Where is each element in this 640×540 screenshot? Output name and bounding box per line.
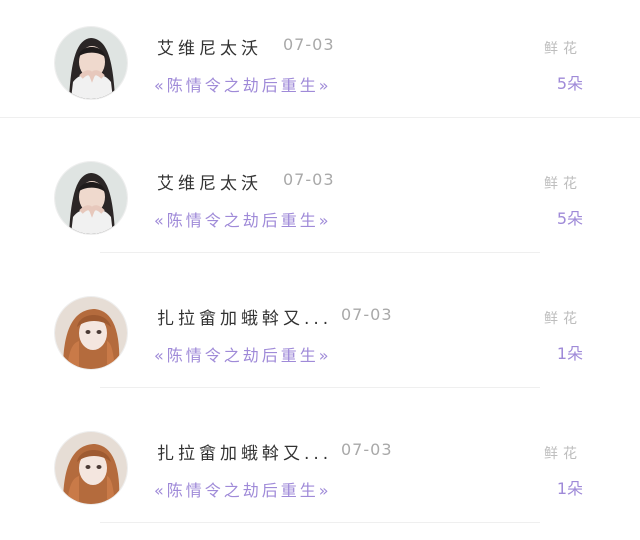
user-name[interactable]: 扎拉畲加蛾斡又... [157,439,332,464]
book-title[interactable]: «陈情令之劫后重生» [154,207,332,231]
avatar-girl-dark-hair-image [55,27,127,99]
gift-type-label: 鲜花 [544,446,582,462]
gift-count: 5朵 [556,209,583,228]
user-avatar[interactable] [55,432,127,504]
gift-record-row[interactable]: 艾维尼太沃 07-03 «陈情令之劫后重生» 鲜花 5朵 [0,135,640,270]
gift-type-label: 鲜花 [544,41,582,57]
book-title[interactable]: «陈情令之劫后重生» [154,342,332,366]
gift-record-row[interactable]: 扎拉畲加蛾斡又... 07-03 «陈情令之劫后重生» 鲜花 1朵 [0,270,640,405]
avatar-doll-auburn-hair-image [55,432,127,504]
user-avatar[interactable] [55,162,127,234]
user-name[interactable]: 艾维尼太沃 [157,34,262,59]
user-avatar[interactable] [55,297,127,369]
gift-count: 1朵 [556,344,583,363]
avatar-girl-dark-hair-image [55,162,127,234]
gift-count: 5朵 [556,74,583,93]
row-divider [100,387,540,388]
gift-record-row[interactable]: 扎拉畲加蛾斡又... 07-03 «陈情令之劫后重生» 鲜花 1朵 [0,405,640,540]
gift-type-label: 鲜花 [544,311,582,327]
row-divider [100,522,540,523]
record-date: 07-03 [283,170,335,189]
book-title[interactable]: «陈情令之劫后重生» [154,72,332,96]
row-divider [0,117,640,118]
gift-record-row[interactable]: 艾维尼太沃 07-03 «陈情令之劫后重生» 鲜花 5朵 [0,0,640,135]
user-avatar[interactable] [55,27,127,99]
gift-record-list: 艾维尼太沃 07-03 «陈情令之劫后重生» 鲜花 5朵 艾维尼太沃 07-03… [0,0,640,540]
avatar-doll-auburn-hair-image [55,297,127,369]
row-divider [100,252,540,253]
user-name[interactable]: 扎拉畲加蛾斡又... [157,304,332,329]
user-name[interactable]: 艾维尼太沃 [157,169,262,194]
gift-count: 1朵 [556,479,583,498]
gift-type-label: 鲜花 [544,176,582,192]
record-date: 07-03 [341,305,393,324]
record-date: 07-03 [283,35,335,54]
record-date: 07-03 [341,440,393,459]
book-title[interactable]: «陈情令之劫后重生» [154,477,332,501]
